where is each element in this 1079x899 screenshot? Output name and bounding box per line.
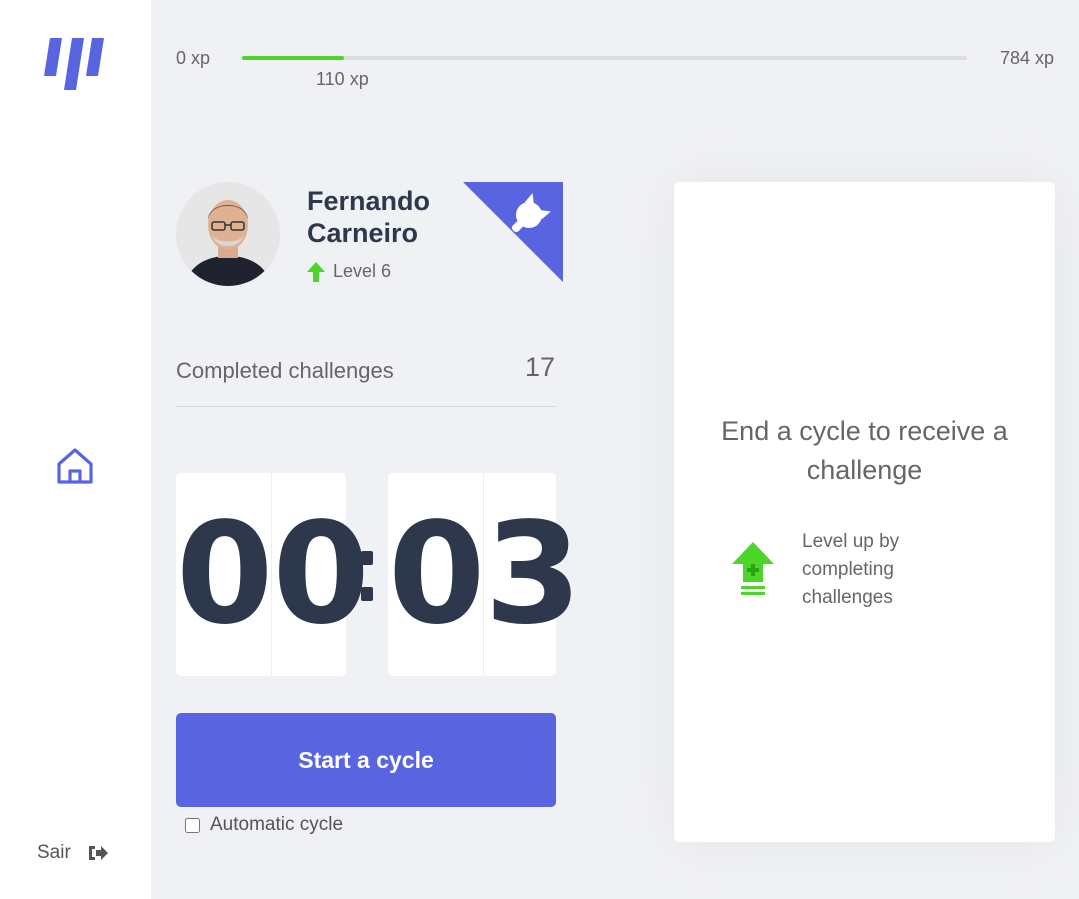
- automatic-cycle-label: Automatic cycle: [210, 814, 344, 835]
- experience-bar: 0 xp 110 xp 784 xp: [176, 46, 1056, 91]
- home-button[interactable]: [55, 446, 95, 486]
- logout-button[interactable]: Sair: [37, 842, 109, 864]
- challenge-title: End a cycle to receive a challenge: [721, 416, 1008, 485]
- challenge-hint: Level up by completing challenges: [732, 528, 952, 612]
- github-corner-link[interactable]: [463, 182, 563, 282]
- countdown-colon: [346, 473, 388, 676]
- automatic-cycle-checkbox[interactable]: [185, 817, 200, 833]
- challenge-panel: End a cycle to receive a challenge Level…: [674, 182, 1055, 842]
- level-label: Level 6: [333, 261, 392, 281]
- profile: Fernando Carneiro Level 6: [176, 182, 563, 292]
- second-digit-left: 0: [388, 473, 485, 676]
- github-icon: [463, 182, 563, 282]
- level-up-icon: [732, 542, 774, 595]
- start-cycle-button[interactable]: Start a cycle: [176, 713, 556, 807]
- user-name: Fernando Carneiro: [307, 186, 431, 248]
- level-up-arrow-icon: [307, 261, 325, 282]
- challenge-hint-text: Level up by completing challenges: [802, 531, 900, 608]
- avatar: [176, 182, 280, 286]
- second-digit-right: 3: [484, 492, 581, 656]
- xp-max-label: 784 xp: [999, 48, 1054, 68]
- minute-digit-left: 0: [176, 473, 273, 676]
- logout-icon: [88, 846, 108, 860]
- countdown-minutes: 0 0: [176, 473, 370, 676]
- xp-current-label: 110 xp: [316, 69, 369, 89]
- completed-challenges: Completed challenges 17: [176, 352, 556, 407]
- xp-fill: [242, 56, 344, 60]
- xp-min-label: 0 xp: [176, 48, 211, 68]
- avatar-image: [176, 182, 280, 286]
- logout-label: Sair: [37, 842, 71, 863]
- countdown-seconds: 0 3: [388, 473, 582, 676]
- completed-challenges-count: 17: [524, 352, 555, 382]
- xp-track: [242, 56, 967, 60]
- home-icon: [57, 448, 93, 484]
- user-level: Level 6: [307, 261, 391, 282]
- logo-icon: [44, 38, 104, 90]
- sidebar: Sair: [0, 0, 151, 899]
- countdown: 0 0 0 3: [176, 473, 582, 676]
- automatic-cycle-option[interactable]: Automatic cycle: [185, 814, 343, 836]
- completed-challenges-label: Completed challenges: [176, 358, 394, 383]
